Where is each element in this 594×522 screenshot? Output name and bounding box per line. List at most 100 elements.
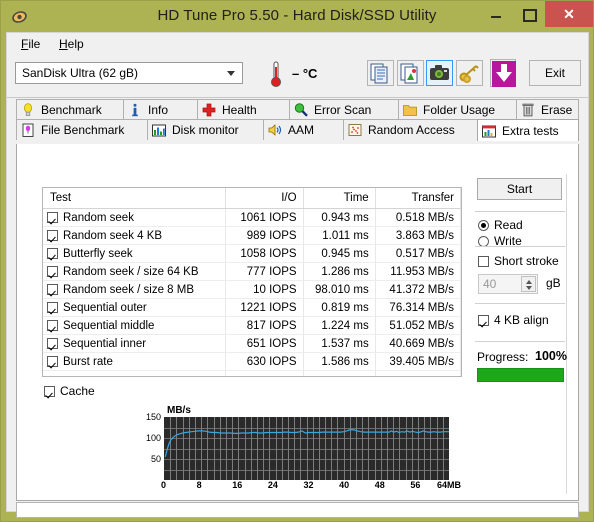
row-transfer-cell: 11.953 MB/s bbox=[375, 262, 461, 281]
close-button[interactable]: ✕ bbox=[545, 1, 593, 27]
row-transfer-cell: 0.518 MB/s bbox=[375, 208, 461, 227]
row-test-cell: Butterfly seek bbox=[43, 244, 227, 263]
tab-file-benchmark-label: File Benchmark bbox=[41, 123, 125, 137]
menu-file-rest: ile bbox=[28, 37, 41, 51]
row-io-cell: 1061 IOPS bbox=[225, 208, 304, 227]
divider-2 bbox=[475, 246, 565, 247]
table-row[interactable]: Sequential inner 651 IOPS 1.537 ms 40.669 M… bbox=[43, 334, 461, 353]
keys-button[interactable] bbox=[456, 60, 483, 86]
tab-aam[interactable]: AAM bbox=[263, 119, 344, 140]
col-header-test[interactable]: Test bbox=[43, 188, 227, 209]
col-header-transfer[interactable]: Transfer bbox=[375, 188, 461, 209]
row-test-label: Burst rate bbox=[63, 355, 113, 368]
row-checkbox[interactable] bbox=[47, 265, 58, 277]
table-row[interactable]: Random seek / size 64 KB 777 IOPS 1.286 ms… bbox=[43, 262, 461, 281]
results-table-container[interactable]: Test I/O Time Transfer Random seek 1061 I… bbox=[42, 187, 462, 377]
row-checkbox[interactable] bbox=[47, 301, 58, 313]
row-time-cell: 1.586 ms bbox=[303, 352, 376, 371]
row-test-label: Random seek 4 KB bbox=[63, 229, 163, 242]
col-header-time[interactable]: Time bbox=[303, 188, 376, 209]
row-checkbox[interactable] bbox=[47, 319, 58, 331]
row-checkbox[interactable] bbox=[47, 211, 58, 223]
row-checkbox[interactable] bbox=[47, 283, 58, 295]
short-stroke-stepper[interactable]: 40 bbox=[478, 274, 538, 294]
divider-1 bbox=[475, 211, 565, 212]
tab-info[interactable]: Info bbox=[123, 99, 198, 120]
tab-random-access[interactable]: Random Access bbox=[343, 119, 478, 140]
keys-icon bbox=[459, 65, 479, 83]
table-row[interactable]: Random seek 1061 IOPS 0.943 ms 0.518 MB/s bbox=[43, 208, 461, 227]
table-row[interactable]: Random seek 4 KB 989 IOPS 1.011 ms 3.863 MB… bbox=[43, 226, 461, 245]
row-checkbox[interactable] bbox=[47, 355, 58, 367]
menu-help[interactable]: Help bbox=[53, 36, 90, 52]
file-benchmark-icon bbox=[20, 122, 36, 138]
short-stroke-checkbox-box[interactable] bbox=[478, 255, 489, 267]
menu-file[interactable]: File bbox=[15, 36, 46, 52]
row-io-cell: 651 IOPS bbox=[225, 334, 304, 353]
exit-button[interactable]: Exit bbox=[529, 60, 581, 86]
stepper-down-icon[interactable] bbox=[526, 286, 532, 290]
table-row[interactable]: Burst rate 630 IOPS 1.586 ms 39.405 MB/s bbox=[43, 352, 461, 371]
download-arrow-icon bbox=[492, 61, 516, 87]
table-row[interactable]: Random seek / size 8 MB 10 IOPS 98.010 ms 4… bbox=[43, 280, 461, 299]
chart-x-ticks: 0 8 16 24 32 40 48 56 64MB bbox=[142, 480, 462, 494]
tab-benchmark[interactable]: Benchmark bbox=[16, 99, 124, 120]
drive-select-dropdown[interactable]: SanDisk Ultra (62 gB) bbox=[15, 62, 243, 84]
table-row[interactable]: Sequential middle 817 IOPS 1.224 ms 51.052 … bbox=[43, 316, 461, 335]
stepper-buttons[interactable] bbox=[521, 276, 536, 292]
chart-ytick-label: 50 bbox=[150, 454, 161, 464]
align-checkbox[interactable]: 4 KB align bbox=[478, 313, 549, 327]
start-button[interactable]: Start bbox=[477, 178, 562, 200]
chart-plot-area bbox=[164, 417, 449, 480]
row-checkbox[interactable] bbox=[47, 247, 58, 259]
chart-xtick-label: 8 bbox=[196, 480, 202, 490]
chart-ytick-label: 150 bbox=[145, 412, 161, 422]
tab-extra-tests[interactable]: Extra tests bbox=[477, 119, 579, 141]
divider-3 bbox=[475, 303, 565, 304]
copy-image-button[interactable] bbox=[397, 60, 424, 86]
read-radio[interactable]: Read bbox=[478, 218, 523, 232]
tab-file-benchmark[interactable]: File Benchmark bbox=[16, 119, 148, 140]
tab-erase[interactable]: Erase bbox=[516, 99, 579, 120]
write-radio-box[interactable] bbox=[478, 235, 489, 247]
progress-bar bbox=[477, 368, 564, 382]
cache-checkbox[interactable]: Cache bbox=[44, 384, 95, 398]
align-checkbox-box[interactable] bbox=[478, 314, 489, 326]
row-checkbox[interactable] bbox=[47, 229, 58, 241]
table-body: Random seek 1061 IOPS 0.943 ms 0.518 MB/s Ra… bbox=[43, 208, 461, 376]
empty-cell bbox=[225, 370, 304, 376]
tab-folder-usage[interactable]: Folder Usage bbox=[398, 99, 517, 120]
bar-chart-icon bbox=[151, 122, 167, 138]
table-row[interactable]: Sequential outer 1221 IOPS 0.819 ms 76.314 … bbox=[43, 298, 461, 317]
row-time-cell: 1.537 ms bbox=[303, 334, 376, 353]
tab-error-scan[interactable]: Error Scan bbox=[289, 99, 399, 120]
cache-label: Cache bbox=[60, 384, 95, 398]
copy-text-button[interactable] bbox=[367, 60, 394, 86]
status-bar bbox=[16, 502, 579, 518]
chart-xtick-label: 0 bbox=[161, 480, 167, 490]
minimize-button[interactable] bbox=[479, 1, 512, 27]
tab-disk-monitor[interactable]: Disk monitor bbox=[147, 119, 264, 140]
table-row[interactable]: Butterfly seek 1058 IOPS 0.945 ms 0.517 MB/… bbox=[43, 244, 461, 263]
short-stroke-checkbox[interactable]: Short stroke bbox=[478, 254, 559, 268]
temperature-value: – °C bbox=[292, 66, 318, 81]
maximize-button[interactable] bbox=[512, 1, 545, 27]
row-io-cell: 1221 IOPS bbox=[225, 298, 304, 317]
read-label: Read bbox=[494, 218, 523, 232]
read-radio-box[interactable] bbox=[478, 219, 489, 231]
screenshot-camera-icon bbox=[430, 65, 449, 80]
empty-cell bbox=[43, 370, 227, 376]
tab-info-label: Info bbox=[148, 103, 169, 117]
col-header-io[interactable]: I/O bbox=[225, 188, 304, 209]
cache-checkbox-box[interactable] bbox=[44, 385, 55, 397]
tab-health[interactable]: Health bbox=[197, 99, 290, 120]
row-checkbox[interactable] bbox=[47, 337, 58, 349]
stepper-up-icon[interactable] bbox=[526, 280, 532, 284]
download-button[interactable] bbox=[490, 59, 516, 87]
close-icon: ✕ bbox=[563, 5, 575, 22]
row-transfer-cell: 76.314 MB/s bbox=[375, 298, 461, 317]
screenshot-button[interactable] bbox=[426, 60, 453, 86]
tab-benchmark-label: Benchmark bbox=[41, 103, 102, 117]
row-time-cell: 0.943 ms bbox=[303, 208, 376, 227]
chart-xtick-label: 16 bbox=[232, 480, 243, 490]
